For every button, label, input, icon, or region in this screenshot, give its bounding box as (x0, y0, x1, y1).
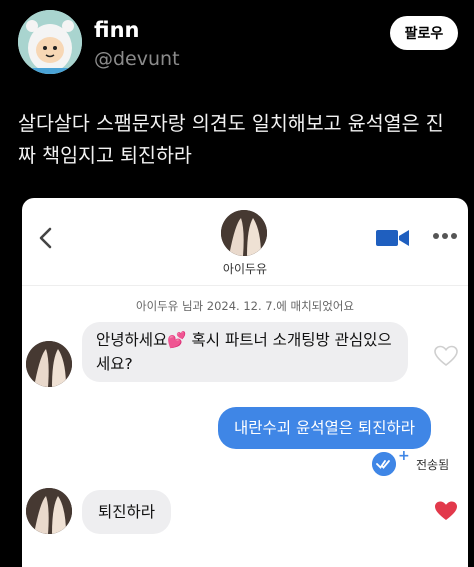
incoming-message-bubble[interactable]: 퇴진하라 (82, 490, 172, 534)
user-handle[interactable]: @devunt (94, 48, 180, 70)
chat-screenshot-card: 아이두유 아이두유 님과 2024. 12. 7.에 매치되었어요 안녕하세요💕… (22, 198, 468, 567)
match-note: 아이두유 님과 2024. 12. 7.에 매치되었어요 (136, 299, 354, 313)
contact-avatar[interactable] (221, 210, 267, 256)
contact-name: 아이두유 (222, 262, 268, 276)
incoming-message-bubble[interactable]: 안녕하세요💕 혹시 파트너 소개팅방 관심있으세요? (82, 322, 408, 382)
tweet-text: 살다살다 스팸문자랑 의견도 일치해보고 윤석열은 진짜 책임지고 퇴진하라 (18, 112, 444, 167)
message-avatar[interactable] (26, 488, 72, 534)
outgoing-message-bubble[interactable]: 내란수괴 윤석열은 퇴진하라 (218, 407, 431, 449)
heart-outline-icon[interactable] (434, 345, 458, 367)
message-avatar[interactable] (26, 341, 72, 387)
more-options-icon[interactable] (432, 232, 458, 240)
sent-status: + 전송됨 (372, 448, 462, 476)
sent-check-icon (372, 452, 396, 476)
heart-filled-icon[interactable] (434, 500, 458, 522)
back-icon[interactable] (36, 226, 56, 250)
user-avatar[interactable] (18, 10, 82, 74)
sent-plus-icon: + (398, 448, 410, 464)
sent-status-label: 전송됨 (416, 458, 450, 472)
follow-button[interactable]: 팔로우 (390, 16, 458, 50)
display-name[interactable]: finn (94, 18, 139, 42)
chat-header: 아이두유 (22, 198, 468, 286)
video-call-icon[interactable] (376, 228, 410, 248)
tweet-header: finn @devunt 팔로우 (18, 8, 458, 76)
